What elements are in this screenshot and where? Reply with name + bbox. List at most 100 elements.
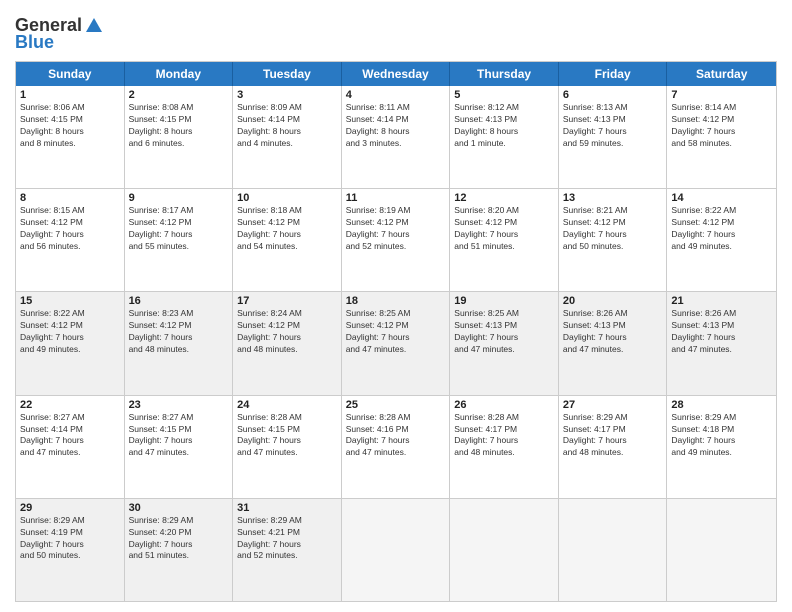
day-number: 19 [454, 295, 554, 307]
day-info: Sunrise: 8:20 AMSunset: 4:12 PMDaylight:… [454, 205, 554, 253]
week-row: 1Sunrise: 8:06 AMSunset: 4:15 PMDaylight… [16, 86, 776, 188]
day-number: 15 [20, 295, 120, 307]
calendar: SundayMondayTuesdayWednesdayThursdayFrid… [15, 61, 777, 602]
day-number: 10 [237, 192, 337, 204]
day-cell [450, 499, 559, 601]
day-number: 23 [129, 399, 229, 411]
day-cell: 1Sunrise: 8:06 AMSunset: 4:15 PMDaylight… [16, 86, 125, 188]
week-row: 29Sunrise: 8:29 AMSunset: 4:19 PMDayligh… [16, 498, 776, 601]
day-cell: 10Sunrise: 8:18 AMSunset: 4:12 PMDayligh… [233, 189, 342, 291]
day-info: Sunrise: 8:26 AMSunset: 4:13 PMDaylight:… [671, 308, 772, 356]
day-info: Sunrise: 8:25 AMSunset: 4:13 PMDaylight:… [454, 308, 554, 356]
day-cell: 12Sunrise: 8:20 AMSunset: 4:12 PMDayligh… [450, 189, 559, 291]
page: General Blue SundayMondayTuesdayWednesda… [0, 0, 792, 612]
day-number: 1 [20, 89, 120, 101]
day-cell: 26Sunrise: 8:28 AMSunset: 4:17 PMDayligh… [450, 396, 559, 498]
day-cell: 17Sunrise: 8:24 AMSunset: 4:12 PMDayligh… [233, 292, 342, 394]
day-cell: 29Sunrise: 8:29 AMSunset: 4:19 PMDayligh… [16, 499, 125, 601]
calendar-body: 1Sunrise: 8:06 AMSunset: 4:15 PMDaylight… [16, 86, 776, 601]
day-info: Sunrise: 8:29 AMSunset: 4:18 PMDaylight:… [671, 412, 772, 460]
day-cell: 11Sunrise: 8:19 AMSunset: 4:12 PMDayligh… [342, 189, 451, 291]
day-number: 5 [454, 89, 554, 101]
day-info: Sunrise: 8:11 AMSunset: 4:14 PMDaylight:… [346, 102, 446, 150]
day-info: Sunrise: 8:26 AMSunset: 4:13 PMDaylight:… [563, 308, 663, 356]
day-number: 14 [671, 192, 772, 204]
day-cell: 4Sunrise: 8:11 AMSunset: 4:14 PMDaylight… [342, 86, 451, 188]
day-cell: 14Sunrise: 8:22 AMSunset: 4:12 PMDayligh… [667, 189, 776, 291]
day-number: 7 [671, 89, 772, 101]
day-number: 11 [346, 192, 446, 204]
day-header-sunday: Sunday [16, 62, 125, 86]
day-cell: 22Sunrise: 8:27 AMSunset: 4:14 PMDayligh… [16, 396, 125, 498]
day-number: 4 [346, 89, 446, 101]
day-number: 12 [454, 192, 554, 204]
day-header-saturday: Saturday [667, 62, 776, 86]
day-cell: 31Sunrise: 8:29 AMSunset: 4:21 PMDayligh… [233, 499, 342, 601]
day-number: 30 [129, 502, 229, 514]
logo-icon [84, 16, 104, 36]
day-number: 25 [346, 399, 446, 411]
day-info: Sunrise: 8:15 AMSunset: 4:12 PMDaylight:… [20, 205, 120, 253]
day-number: 26 [454, 399, 554, 411]
day-cell: 24Sunrise: 8:28 AMSunset: 4:15 PMDayligh… [233, 396, 342, 498]
day-number: 31 [237, 502, 337, 514]
day-cell: 9Sunrise: 8:17 AMSunset: 4:12 PMDaylight… [125, 189, 234, 291]
day-number: 28 [671, 399, 772, 411]
day-cell: 30Sunrise: 8:29 AMSunset: 4:20 PMDayligh… [125, 499, 234, 601]
day-info: Sunrise: 8:19 AMSunset: 4:12 PMDaylight:… [346, 205, 446, 253]
day-cell: 19Sunrise: 8:25 AMSunset: 4:13 PMDayligh… [450, 292, 559, 394]
week-row: 22Sunrise: 8:27 AMSunset: 4:14 PMDayligh… [16, 395, 776, 498]
day-cell [559, 499, 668, 601]
day-cell: 20Sunrise: 8:26 AMSunset: 4:13 PMDayligh… [559, 292, 668, 394]
day-info: Sunrise: 8:09 AMSunset: 4:14 PMDaylight:… [237, 102, 337, 150]
day-number: 21 [671, 295, 772, 307]
day-info: Sunrise: 8:29 AMSunset: 4:21 PMDaylight:… [237, 515, 337, 563]
day-cell: 21Sunrise: 8:26 AMSunset: 4:13 PMDayligh… [667, 292, 776, 394]
day-info: Sunrise: 8:29 AMSunset: 4:19 PMDaylight:… [20, 515, 120, 563]
day-info: Sunrise: 8:08 AMSunset: 4:15 PMDaylight:… [129, 102, 229, 150]
day-info: Sunrise: 8:12 AMSunset: 4:13 PMDaylight:… [454, 102, 554, 150]
day-info: Sunrise: 8:28 AMSunset: 4:15 PMDaylight:… [237, 412, 337, 460]
day-cell: 18Sunrise: 8:25 AMSunset: 4:12 PMDayligh… [342, 292, 451, 394]
day-number: 3 [237, 89, 337, 101]
day-headers-row: SundayMondayTuesdayWednesdayThursdayFrid… [16, 62, 776, 86]
day-cell: 3Sunrise: 8:09 AMSunset: 4:14 PMDaylight… [233, 86, 342, 188]
day-header-tuesday: Tuesday [233, 62, 342, 86]
day-cell: 5Sunrise: 8:12 AMSunset: 4:13 PMDaylight… [450, 86, 559, 188]
day-number: 6 [563, 89, 663, 101]
day-cell: 7Sunrise: 8:14 AMSunset: 4:12 PMDaylight… [667, 86, 776, 188]
day-number: 16 [129, 295, 229, 307]
day-info: Sunrise: 8:25 AMSunset: 4:12 PMDaylight:… [346, 308, 446, 356]
day-info: Sunrise: 8:17 AMSunset: 4:12 PMDaylight:… [129, 205, 229, 253]
day-info: Sunrise: 8:28 AMSunset: 4:17 PMDaylight:… [454, 412, 554, 460]
day-info: Sunrise: 8:24 AMSunset: 4:12 PMDaylight:… [237, 308, 337, 356]
day-info: Sunrise: 8:06 AMSunset: 4:15 PMDaylight:… [20, 102, 120, 150]
day-cell: 28Sunrise: 8:29 AMSunset: 4:18 PMDayligh… [667, 396, 776, 498]
day-cell: 8Sunrise: 8:15 AMSunset: 4:12 PMDaylight… [16, 189, 125, 291]
day-number: 22 [20, 399, 120, 411]
day-header-friday: Friday [559, 62, 668, 86]
day-number: 29 [20, 502, 120, 514]
day-header-monday: Monday [125, 62, 234, 86]
logo-blue-text: Blue [15, 32, 54, 53]
day-number: 24 [237, 399, 337, 411]
day-info: Sunrise: 8:27 AMSunset: 4:14 PMDaylight:… [20, 412, 120, 460]
day-number: 13 [563, 192, 663, 204]
day-info: Sunrise: 8:29 AMSunset: 4:17 PMDaylight:… [563, 412, 663, 460]
day-number: 8 [20, 192, 120, 204]
day-header-wednesday: Wednesday [342, 62, 451, 86]
day-info: Sunrise: 8:28 AMSunset: 4:16 PMDaylight:… [346, 412, 446, 460]
day-number: 2 [129, 89, 229, 101]
day-number: 9 [129, 192, 229, 204]
week-row: 8Sunrise: 8:15 AMSunset: 4:12 PMDaylight… [16, 188, 776, 291]
week-row: 15Sunrise: 8:22 AMSunset: 4:12 PMDayligh… [16, 291, 776, 394]
day-number: 20 [563, 295, 663, 307]
day-cell: 16Sunrise: 8:23 AMSunset: 4:12 PMDayligh… [125, 292, 234, 394]
day-info: Sunrise: 8:13 AMSunset: 4:13 PMDaylight:… [563, 102, 663, 150]
day-header-thursday: Thursday [450, 62, 559, 86]
day-info: Sunrise: 8:22 AMSunset: 4:12 PMDaylight:… [671, 205, 772, 253]
header: General Blue [15, 15, 777, 53]
day-info: Sunrise: 8:18 AMSunset: 4:12 PMDaylight:… [237, 205, 337, 253]
day-cell [342, 499, 451, 601]
day-info: Sunrise: 8:23 AMSunset: 4:12 PMDaylight:… [129, 308, 229, 356]
